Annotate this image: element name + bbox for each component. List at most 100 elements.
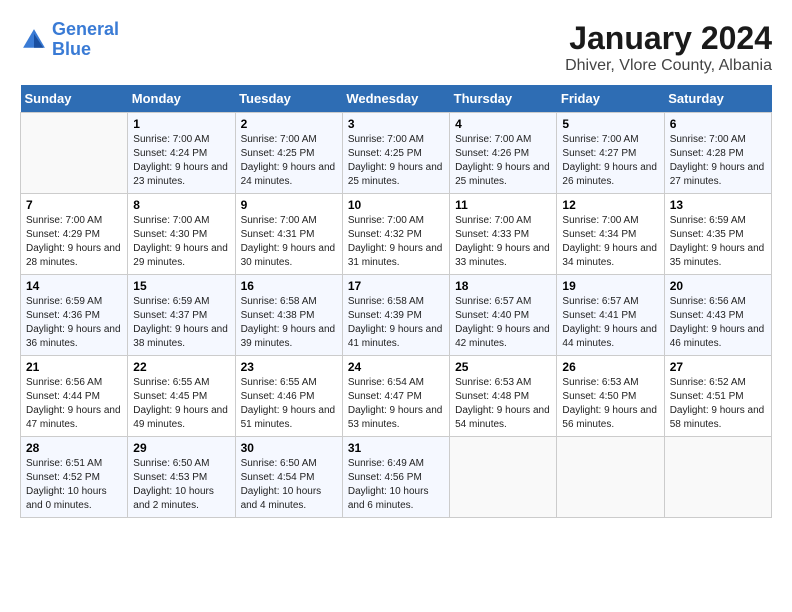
calendar-cell: 16Sunrise: 6:58 AMSunset: 4:38 PMDayligh…	[235, 275, 342, 356]
logo-icon	[20, 26, 48, 54]
calendar-cell: 14 Sunrise: 6:59 AMSunset: 4:36 PMDayligh…	[21, 275, 128, 356]
title-block: January 2024 Dhiver, Vlore County, Alban…	[565, 20, 772, 75]
day-number: 6	[670, 117, 766, 131]
day-info: Sunrise: 7:00 AMSunset: 4:26 PMDaylight:…	[455, 133, 551, 189]
calendar-cell: 21 Sunrise: 6:56 AMSunset: 4:44 PMDayligh…	[21, 356, 128, 437]
calendar-cell: 5 Sunrise: 7:00 AMSunset: 4:27 PMDaylight…	[557, 113, 664, 194]
calendar-cell: 29 Sunrise: 6:50 AMSunset: 4:53 PMDayligh…	[128, 437, 235, 518]
day-number: 26	[562, 360, 658, 374]
calendar-cell: 3Sunrise: 7:00 AMSunset: 4:25 PMDaylight…	[342, 113, 449, 194]
calendar-week-3: 14 Sunrise: 6:59 AMSunset: 4:36 PMDayligh…	[21, 275, 772, 356]
calendar-cell: 13Sunrise: 6:59 AMSunset: 4:35 PMDayligh…	[664, 194, 771, 275]
day-number: 16	[241, 279, 337, 293]
calendar-cell: 9 Sunrise: 7:00 AMSunset: 4:31 PMDaylight…	[235, 194, 342, 275]
day-number: 31	[348, 441, 444, 455]
col-header-monday: Monday	[128, 85, 235, 113]
calendar-cell: 2Sunrise: 7:00 AMSunset: 4:25 PMDaylight…	[235, 113, 342, 194]
calendar-cell: 11Sunrise: 7:00 AMSunset: 4:33 PMDayligh…	[450, 194, 557, 275]
calendar-cell: 15 Sunrise: 6:59 AMSunset: 4:37 PMDayligh…	[128, 275, 235, 356]
day-info: Sunrise: 6:55 AMSunset: 4:45 PMDaylight:…	[133, 376, 229, 432]
day-info: Sunrise: 6:56 AMSunset: 4:43 PMDaylight:…	[670, 295, 766, 351]
day-number: 22	[133, 360, 229, 374]
calendar-cell: 18 Sunrise: 6:57 AMSunset: 4:40 PMDayligh…	[450, 275, 557, 356]
day-number: 19	[562, 279, 658, 293]
day-info: Sunrise: 6:59 AMSunset: 4:36 PMDaylight:…	[26, 295, 122, 351]
calendar-cell: 30 Sunrise: 6:50 AMSunset: 4:54 PMDayligh…	[235, 437, 342, 518]
calendar-week-5: 28 Sunrise: 6:51 AMSunset: 4:52 PMDayligh…	[21, 437, 772, 518]
calendar-cell	[557, 437, 664, 518]
col-header-tuesday: Tuesday	[235, 85, 342, 113]
calendar-cell: 27Sunrise: 6:52 AMSunset: 4:51 PMDayligh…	[664, 356, 771, 437]
day-info: Sunrise: 6:58 AMSunset: 4:39 PMDaylight:…	[348, 295, 444, 351]
day-info: Sunrise: 6:54 AMSunset: 4:47 PMDaylight:…	[348, 376, 444, 432]
logo: General Blue	[20, 20, 119, 60]
day-info: Sunrise: 6:50 AMSunset: 4:54 PMDaylight:…	[241, 457, 337, 513]
day-info: Sunrise: 7:00 AMSunset: 4:27 PMDaylight:…	[562, 133, 658, 189]
day-number: 5	[562, 117, 658, 131]
calendar-cell: 1 Sunrise: 7:00 AMSunset: 4:24 PMDaylight…	[128, 113, 235, 194]
col-header-saturday: Saturday	[664, 85, 771, 113]
calendar-header: SundayMondayTuesdayWednesdayThursdayFrid…	[21, 85, 772, 113]
day-number: 12	[562, 198, 658, 212]
day-number: 29	[133, 441, 229, 455]
day-number: 14	[26, 279, 122, 293]
day-info: Sunrise: 7:00 AMSunset: 4:31 PMDaylight:…	[241, 214, 337, 270]
calendar-cell: 23 Sunrise: 6:55 AMSunset: 4:46 PMDayligh…	[235, 356, 342, 437]
day-info: Sunrise: 7:00 AMSunset: 4:33 PMDaylight:…	[455, 214, 551, 270]
day-info: Sunrise: 7:00 AMSunset: 4:24 PMDaylight:…	[133, 133, 229, 189]
day-info: Sunrise: 6:51 AMSunset: 4:52 PMDaylight:…	[26, 457, 122, 513]
day-number: 7	[26, 198, 122, 212]
day-number: 15	[133, 279, 229, 293]
calendar-cell	[21, 113, 128, 194]
day-info: Sunrise: 6:53 AMSunset: 4:48 PMDaylight:…	[455, 376, 551, 432]
day-info: Sunrise: 7:00 AMSunset: 4:29 PMDaylight:…	[26, 214, 122, 270]
day-info: Sunrise: 6:55 AMSunset: 4:46 PMDaylight:…	[241, 376, 337, 432]
calendar-cell: 4 Sunrise: 7:00 AMSunset: 4:26 PMDaylight…	[450, 113, 557, 194]
calendar-cell: 20Sunrise: 6:56 AMSunset: 4:43 PMDayligh…	[664, 275, 771, 356]
day-number: 18	[455, 279, 551, 293]
calendar-cell: 6 Sunrise: 7:00 AMSunset: 4:28 PMDaylight…	[664, 113, 771, 194]
col-header-thursday: Thursday	[450, 85, 557, 113]
calendar-cell: 28 Sunrise: 6:51 AMSunset: 4:52 PMDayligh…	[21, 437, 128, 518]
calendar-cell: 31Sunrise: 6:49 AMSunset: 4:56 PMDayligh…	[342, 437, 449, 518]
day-number: 1	[133, 117, 229, 131]
col-header-sunday: Sunday	[21, 85, 128, 113]
logo-text: General Blue	[52, 20, 119, 60]
day-number: 30	[241, 441, 337, 455]
day-number: 9	[241, 198, 337, 212]
day-number: 25	[455, 360, 551, 374]
page-header: General Blue January 2024 Dhiver, Vlore …	[20, 20, 772, 75]
calendar-cell: 17 Sunrise: 6:58 AMSunset: 4:39 PMDayligh…	[342, 275, 449, 356]
day-info: Sunrise: 6:50 AMSunset: 4:53 PMDaylight:…	[133, 457, 229, 513]
day-info: Sunrise: 7:00 AMSunset: 4:32 PMDaylight:…	[348, 214, 444, 270]
calendar-cell	[664, 437, 771, 518]
day-number: 17	[348, 279, 444, 293]
day-info: Sunrise: 6:53 AMSunset: 4:50 PMDaylight:…	[562, 376, 658, 432]
calendar-cell: 19Sunrise: 6:57 AMSunset: 4:41 PMDayligh…	[557, 275, 664, 356]
day-number: 3	[348, 117, 444, 131]
day-info: Sunrise: 6:59 AMSunset: 4:37 PMDaylight:…	[133, 295, 229, 351]
day-number: 24	[348, 360, 444, 374]
calendar-body: 1 Sunrise: 7:00 AMSunset: 4:24 PMDaylight…	[21, 113, 772, 518]
day-info: Sunrise: 7:00 AMSunset: 4:34 PMDaylight:…	[562, 214, 658, 270]
day-info: Sunrise: 6:57 AMSunset: 4:40 PMDaylight:…	[455, 295, 551, 351]
calendar-week-1: 1 Sunrise: 7:00 AMSunset: 4:24 PMDaylight…	[21, 113, 772, 194]
day-number: 28	[26, 441, 122, 455]
day-number: 23	[241, 360, 337, 374]
day-number: 8	[133, 198, 229, 212]
calendar-cell: 24 Sunrise: 6:54 AMSunset: 4:47 PMDayligh…	[342, 356, 449, 437]
calendar-cell	[450, 437, 557, 518]
day-info: Sunrise: 6:56 AMSunset: 4:44 PMDaylight:…	[26, 376, 122, 432]
calendar-cell: 10Sunrise: 7:00 AMSunset: 4:32 PMDayligh…	[342, 194, 449, 275]
day-info: Sunrise: 7:00 AMSunset: 4:30 PMDaylight:…	[133, 214, 229, 270]
day-info: Sunrise: 7:00 AMSunset: 4:28 PMDaylight:…	[670, 133, 766, 189]
day-number: 27	[670, 360, 766, 374]
day-number: 2	[241, 117, 337, 131]
day-number: 4	[455, 117, 551, 131]
col-header-friday: Friday	[557, 85, 664, 113]
day-number: 21	[26, 360, 122, 374]
calendar-cell: 12 Sunrise: 7:00 AMSunset: 4:34 PMDayligh…	[557, 194, 664, 275]
calendar-week-2: 7 Sunrise: 7:00 AMSunset: 4:29 PMDaylight…	[21, 194, 772, 275]
day-number: 13	[670, 198, 766, 212]
calendar-cell: 25 Sunrise: 6:53 AMSunset: 4:48 PMDayligh…	[450, 356, 557, 437]
